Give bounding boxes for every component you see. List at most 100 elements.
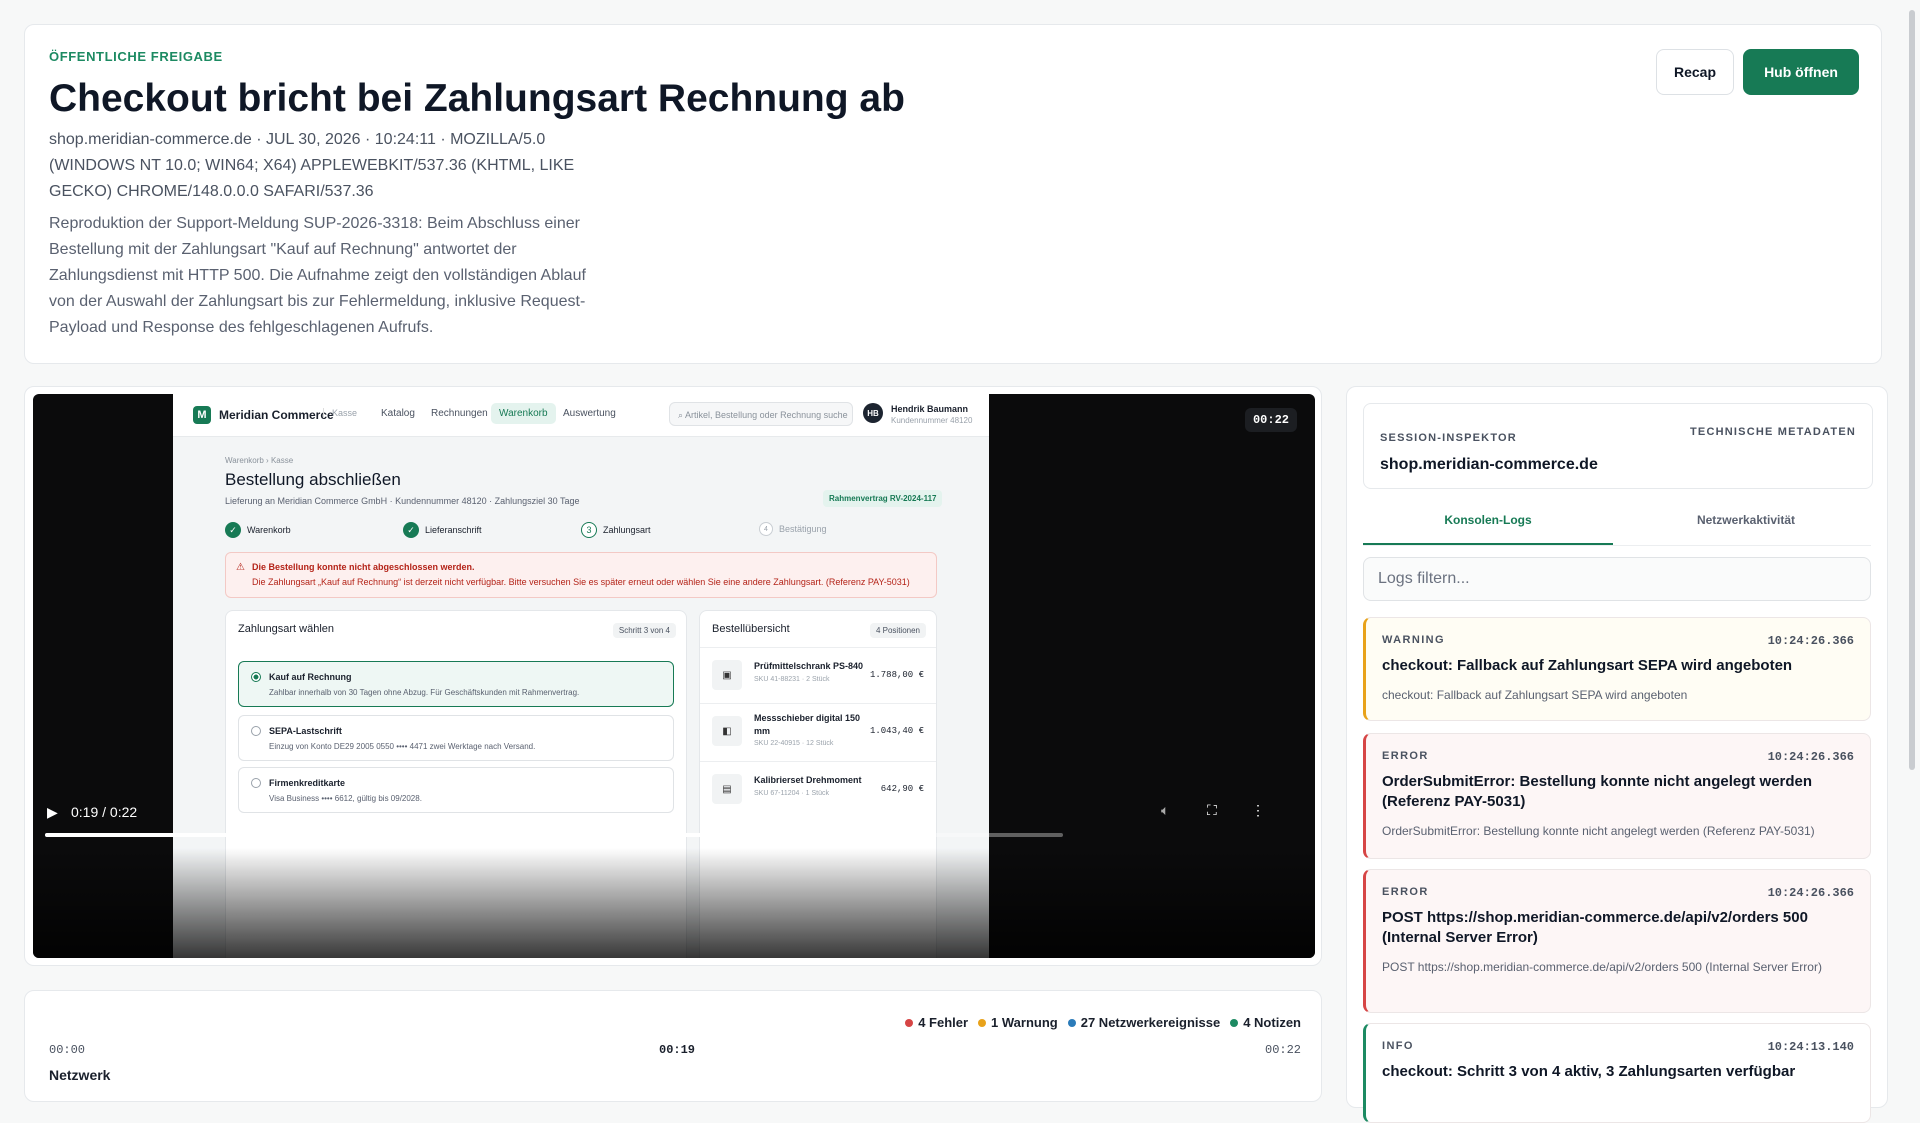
item-sku: SKU 67-11204 · 1 Stück bbox=[754, 790, 829, 797]
tech-metadata-link[interactable]: TECHNISCHE METADATEN bbox=[1690, 426, 1856, 438]
log-entry-info[interactable]: INFO 10:24:13.140 checkout: Schritt 3 vo… bbox=[1363, 1023, 1871, 1123]
video-progress bbox=[45, 833, 931, 837]
user-number: Kundennummer 48120 bbox=[891, 416, 973, 425]
legend-label: 27 Netzwerkereignisse bbox=[1080, 1015, 1221, 1030]
tab-network[interactable]: Netzwerkaktivität bbox=[1621, 513, 1871, 543]
list-item: ▣ Prüfmittelschrank PS-840 SKU 41-88231 … bbox=[700, 647, 936, 702]
timeline-end: 00:22 bbox=[1265, 1043, 1302, 1057]
nav-cart: Warenkorb bbox=[491, 403, 556, 424]
step-label: Lieferanschrift bbox=[425, 525, 482, 535]
brand-logo: M bbox=[193, 406, 211, 424]
tab-divider bbox=[1363, 545, 1871, 546]
log-entry-error[interactable]: ERROR 10:24:26.366 POST https://shop.mer… bbox=[1363, 869, 1871, 1013]
play-icon[interactable]: ▶ bbox=[47, 804, 58, 821]
frame-search: ⌕ Artikel, Bestellung oder Rechnung such… bbox=[669, 402, 853, 426]
option-invoice: Kauf auf Rechnung Zahlbar innerhalb von … bbox=[238, 661, 674, 707]
timeline-start: 00:00 bbox=[49, 1043, 86, 1057]
user-name: Hendrik Baumann bbox=[891, 404, 969, 414]
summary-badge: 4 Positionen bbox=[869, 623, 926, 638]
option-desc: Visa Business •••• 6612, gültig bis 09/2… bbox=[269, 794, 422, 803]
log-level: ERROR bbox=[1382, 750, 1429, 762]
step-confirm: 4 Bestätigung bbox=[759, 522, 827, 536]
option-desc: Zahlbar innerhalb von 30 Tagen ohne Abzu… bbox=[269, 688, 580, 697]
option-desc: Einzug von Konto DE29 2005 0550 •••• 447… bbox=[269, 742, 536, 751]
alert-detail: Die Zahlungsart „Kauf auf Rechnung“ ist … bbox=[252, 577, 910, 587]
more-icon[interactable]: ⋮ bbox=[1251, 802, 1265, 819]
recap-button[interactable]: Recap bbox=[1656, 49, 1734, 95]
inspector-meta-card: SESSION-INSPEKTOR TECHNISCHE METADATEN s… bbox=[1363, 403, 1873, 489]
step-label: Bestätigung bbox=[779, 524, 827, 534]
log-time: 10:24:13.140 bbox=[1767, 1040, 1854, 1054]
session-meta: shop.meridian-commerce.de · JUL 30, 2026… bbox=[49, 131, 575, 200]
app-topbar: M Meridian Commerce Kasse Katalog Rechnu… bbox=[173, 394, 989, 437]
video-player[interactable]: M Meridian Commerce Kasse Katalog Rechnu… bbox=[33, 394, 1315, 958]
page-title: Checkout bricht bei Zahlungsart Rechnung… bbox=[49, 77, 905, 120]
video-timestamp-badge: 00:22 bbox=[1244, 408, 1297, 432]
step-label: Zahlungsart bbox=[603, 525, 651, 535]
option-creditcard: Firmenkreditkarte Visa Business •••• 661… bbox=[238, 767, 674, 813]
step-payment: 3 Zahlungsart bbox=[581, 522, 651, 538]
summary-title: Bestellübersicht bbox=[712, 623, 790, 635]
list-item: ▤ Kalibrierset Drehmoment SKU 67-11204 ·… bbox=[700, 761, 936, 816]
option-title: Kauf auf Rechnung bbox=[269, 672, 352, 682]
alert-title: Die Bestellung konnte nicht abgeschlosse… bbox=[252, 562, 475, 572]
log-body: OrderSubmitError: Bestellung konnte nich… bbox=[1382, 824, 1815, 838]
product-icon: ▣ bbox=[712, 660, 742, 690]
dot-icon bbox=[978, 1018, 987, 1027]
radio-icon bbox=[251, 778, 261, 788]
log-time: 10:24:26.366 bbox=[1767, 886, 1854, 900]
legend-network: 27 Netzwerkereignisse bbox=[1067, 1015, 1221, 1030]
list-item: ◧ Messschieber digital 150 mm SKU 22-409… bbox=[700, 703, 936, 758]
fullscreen-icon[interactable]: ⛶ bbox=[1207, 802, 1217, 819]
log-level: ERROR bbox=[1382, 886, 1429, 898]
step-cart: ✓ Warenkorb bbox=[225, 522, 291, 538]
log-level: WARNING bbox=[1382, 634, 1445, 646]
inspector-label: SESSION-INSPEKTOR bbox=[1380, 432, 1517, 444]
log-entry-error[interactable]: ERROR 10:24:26.366 OrderSubmitError: Bes… bbox=[1363, 733, 1871, 859]
timeline-card: 4 Fehler 1 Warnung 27 Netzwerkereignisse… bbox=[24, 990, 1322, 1102]
log-title: checkout: Schritt 3 von 4 aktiv, 3 Zahlu… bbox=[1382, 1063, 1796, 1080]
step-address: ✓ Lieferanschrift bbox=[403, 522, 482, 538]
option-title: SEPA-Lastschrift bbox=[269, 726, 342, 736]
tab-console-logs[interactable]: Konsolen-Logs bbox=[1363, 513, 1613, 545]
legend-errors: 4 Fehler bbox=[905, 1015, 968, 1030]
item-sku: SKU 41-88231 · 2 Stück bbox=[754, 676, 830, 683]
item-price: 642,90 € bbox=[880, 784, 924, 794]
step-number: 4 bbox=[759, 522, 773, 536]
item-price: 1.043,40 € bbox=[869, 726, 924, 736]
frame-search-placeholder: Artikel, Bestellung oder Rechnung suche bbox=[685, 410, 848, 420]
legend-notes: 4 Notizen bbox=[1230, 1015, 1301, 1030]
legend-label: 4 Notizen bbox=[1243, 1015, 1301, 1030]
log-level: INFO bbox=[1382, 1040, 1414, 1052]
log-entry-warning[interactable]: WARNING 10:24:26.366 checkout: Fallback … bbox=[1363, 617, 1871, 721]
option-title: Firmenkreditkarte bbox=[269, 778, 346, 788]
dot-icon bbox=[1230, 1018, 1239, 1027]
frame-subtitle: Lieferung an Meridian Commerce GmbH · Ku… bbox=[225, 496, 580, 506]
timeline-track-label: Netzwerk bbox=[49, 1067, 111, 1083]
brand-name: Meridian Commerce bbox=[219, 408, 334, 422]
open-hub-button[interactable]: Hub öffnen bbox=[1743, 49, 1859, 95]
log-time: 10:24:26.366 bbox=[1767, 750, 1854, 764]
mute-icon[interactable]: 🔈︎ bbox=[1161, 802, 1169, 819]
item-price: 1.788,00 € bbox=[869, 670, 924, 680]
nav-analytics: Auswertung bbox=[563, 408, 616, 419]
log-title: checkout: Fallback auf Zahlungsart SEPA … bbox=[1382, 657, 1793, 674]
timeline-legend: 4 Fehler 1 Warnung 27 Netzwerkereignisse… bbox=[905, 1015, 1301, 1030]
step-label: Warenkorb bbox=[247, 525, 291, 535]
video-scrubber[interactable] bbox=[45, 833, 1063, 837]
avatar: HB bbox=[863, 403, 883, 423]
legend-warnings: 1 Warnung bbox=[978, 1015, 1058, 1030]
radio-icon bbox=[251, 726, 261, 736]
log-filter-input[interactable]: Logs filtern... bbox=[1363, 557, 1871, 601]
brand-sub: Kasse bbox=[323, 408, 357, 418]
dot-icon bbox=[905, 1018, 914, 1027]
video-time: 0:19 / 0:22 bbox=[71, 804, 138, 820]
legend-label: 4 Fehler bbox=[918, 1015, 969, 1030]
page-scrollbar[interactable] bbox=[1909, 10, 1915, 770]
item-name: Kalibrierset Drehmoment bbox=[754, 775, 862, 785]
product-icon: ◧ bbox=[712, 716, 742, 746]
product-icon: ▤ bbox=[712, 774, 742, 804]
warning-icon: ⚠ bbox=[236, 562, 245, 573]
contract-badge: Rahmenvertrag RV-2024-117 bbox=[823, 490, 943, 507]
item-name: Prüfmittelschrank PS-840 bbox=[754, 661, 864, 671]
